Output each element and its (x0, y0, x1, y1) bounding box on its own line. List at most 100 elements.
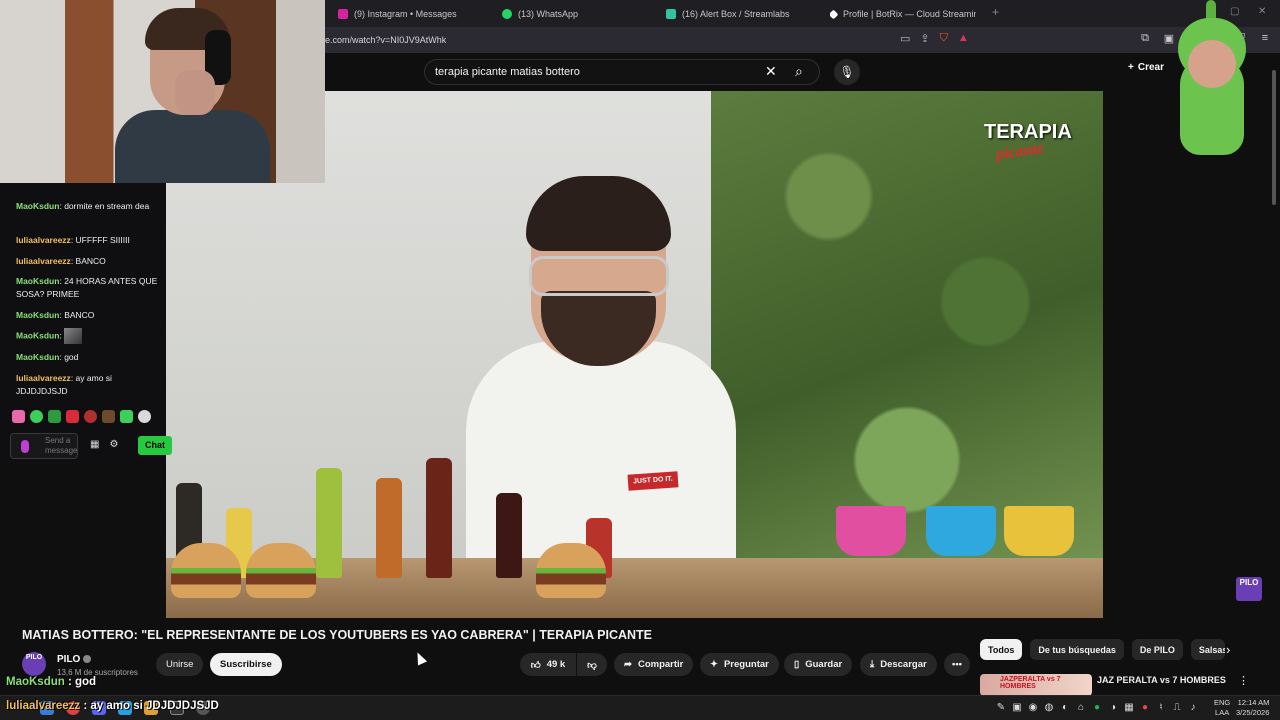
chat-placeholder: Send a message (45, 436, 78, 455)
chat-mic-icon[interactable] (21, 440, 29, 453)
chat-message: MaoKsdun: 24 HORAS ANTES QUE SOSA? PRIME… (16, 276, 158, 299)
tray-icon[interactable]: ⌂ (1076, 702, 1086, 713)
streamlabs-icon (666, 9, 676, 19)
instagram-icon (338, 9, 348, 19)
emote-icon[interactable] (12, 410, 25, 423)
tab-label: (16) Alert Box / Streamlabs (682, 9, 790, 19)
chat-message: MaoKsdun: (16, 328, 162, 344)
gift-icon[interactable]: ▦ (90, 439, 99, 450)
voice-search-icon[interactable]: 🎙 (834, 59, 860, 85)
brave-shield-icon[interactable]: ⛉ (940, 32, 948, 45)
chip-salsas[interactable]: Salsas (1190, 639, 1225, 660)
emote-icon[interactable] (66, 410, 79, 423)
volume-icon[interactable]: ♪ (1188, 702, 1198, 713)
search-icon[interactable]: ⌕ (795, 63, 817, 80)
ask-button[interactable]: ✦ Preguntar (700, 653, 779, 676)
video-person-glasses (529, 256, 669, 296)
join-button[interactable]: Unirse (156, 653, 204, 676)
tray-icon[interactable]: ◐ (1060, 702, 1070, 713)
clock[interactable]: 12:14 AM 3/25/2026 (1236, 698, 1269, 718)
recommended-title[interactable]: JAZ PERALTA vs 7 HOMBRES (1097, 675, 1226, 685)
tab-botrix[interactable]: Profile | BotRix — Cloud Streaming B (830, 4, 976, 24)
emote-image (64, 328, 83, 344)
like-button[interactable]: 👍︎ 49 k (520, 653, 576, 676)
mic-icon[interactable]: ♮ (1156, 702, 1166, 713)
chat-send-button[interactable]: Chat (138, 436, 172, 455)
tray-icon[interactable]: ◉ (1028, 702, 1038, 713)
chip-from-channel[interactable]: De PILO (1131, 639, 1183, 660)
menu-icon[interactable]: ≡ (1258, 32, 1272, 45)
chevron-right-icon[interactable]: › (1226, 642, 1230, 657)
emote-icon[interactable] (138, 410, 151, 423)
extensions-icon[interactable]: ⧉ (1138, 32, 1152, 45)
chat-message: MaoKsdun: dormite en stream dea (16, 201, 150, 211)
pen-icon[interactable]: ✎ (996, 702, 1006, 713)
chat-ticker-line: MaoKsdun : god (6, 676, 97, 688)
chat-input[interactable]: Send a message (10, 433, 78, 459)
share-icon: ➦ (624, 659, 632, 670)
chat-tools: ▦ ⚙ (90, 439, 118, 450)
emote-icon[interactable] (84, 410, 97, 423)
emote-icon[interactable] (102, 410, 115, 423)
emote-icon[interactable] (30, 410, 43, 423)
rewards-icon[interactable]: ▲ (958, 32, 969, 45)
thumbs-up-icon: 👍︎ (530, 659, 541, 671)
tray-icon[interactable]: ● (1140, 702, 1150, 713)
more-actions-button[interactable]: ••• (944, 653, 970, 676)
search-input[interactable]: terapia picante matias bottero (435, 66, 580, 78)
chat-message: luliaalvareezz: UFFFFF SIIIIII (16, 235, 130, 245)
burger (536, 543, 606, 598)
reader-icon[interactable]: ▭ (900, 32, 910, 45)
chip-all[interactable]: Todos (980, 639, 1023, 660)
share-button[interactable]: ➦ Compartir (614, 653, 694, 676)
subscribe-button[interactable]: Suscribirse (210, 653, 282, 676)
verified-icon (83, 655, 92, 664)
download-icon: ⤓ (870, 659, 875, 670)
dislike-button[interactable]: 👎︎ (577, 653, 607, 676)
tab-instagram[interactable]: (9) Instagram • Messages (338, 4, 488, 24)
tray-icon[interactable]: ◍ (1044, 702, 1054, 713)
share-page-icon[interactable]: ⇪ (920, 32, 929, 45)
search-box[interactable]: terapia picante matias bottero ✕ ⌕ (424, 59, 820, 85)
thumbs-down-icon: 👎︎ (587, 659, 597, 671)
tray-icon[interactable]: ◑ (1108, 702, 1118, 713)
page-scrollbar[interactable] (1272, 70, 1276, 205)
chip-from-searches[interactable]: De tus búsquedas (1030, 639, 1124, 660)
emote-icon[interactable] (120, 410, 133, 423)
tab-whatsapp[interactable]: (13) WhatsApp (502, 4, 652, 24)
channel-name[interactable]: PILO (57, 654, 92, 665)
botrix-icon (830, 9, 839, 19)
more-icon: ••• (952, 659, 962, 670)
save-button[interactable]: ▯ Guardar (784, 653, 853, 676)
tray-icon[interactable]: ▣ (1012, 702, 1022, 713)
tab-streamlabs[interactable]: (16) Alert Box / Streamlabs (666, 4, 816, 24)
chat-message: MaoKsdun: BANCO (16, 310, 95, 320)
tab-label: (13) WhatsApp (518, 9, 579, 19)
network-icon[interactable]: ⎍ (1172, 702, 1182, 713)
burger (171, 543, 241, 598)
more-vert-icon[interactable]: ⋮ (1238, 674, 1249, 687)
emote-picker-row (12, 410, 151, 423)
channel-avatar[interactable]: PILO (22, 652, 46, 676)
url-field[interactable]: e.com/watch?v=NI0JV9AtWhk (325, 35, 446, 45)
flower-pot (926, 506, 996, 556)
emote-icon[interactable] (48, 410, 61, 423)
sparkle-icon: ✦ (710, 659, 718, 670)
download-button[interactable]: ⤓ Descargar (860, 653, 937, 676)
create-button[interactable]: + Crear (1128, 62, 1164, 73)
language-indicator[interactable]: ENG LAA (1214, 698, 1230, 718)
whatsapp-icon (502, 9, 512, 19)
channel-watermark[interactable]: PILO (1236, 577, 1262, 601)
flower-pot (1004, 506, 1074, 556)
spotify-icon[interactable]: ● (1092, 702, 1102, 713)
plus-icon: + (1128, 62, 1134, 73)
close-window-icon[interactable]: ✕ (1258, 6, 1266, 17)
settings-icon[interactable]: ⚙ (109, 439, 118, 450)
burger (246, 543, 316, 598)
tab-label: Profile | BotRix — Cloud Streaming B (843, 9, 976, 19)
video-title: MATIAS BOTTERO: "EL REPRESENTANTE DE LOS… (22, 628, 652, 642)
tray-icon[interactable]: ▦ (1124, 702, 1134, 713)
new-tab-icon[interactable]: + (992, 5, 999, 19)
clear-search-icon[interactable]: ✕ (765, 63, 777, 80)
recommended-thumbnail[interactable]: JAZPERALTA vs 7 HOMBRES (980, 674, 1092, 696)
